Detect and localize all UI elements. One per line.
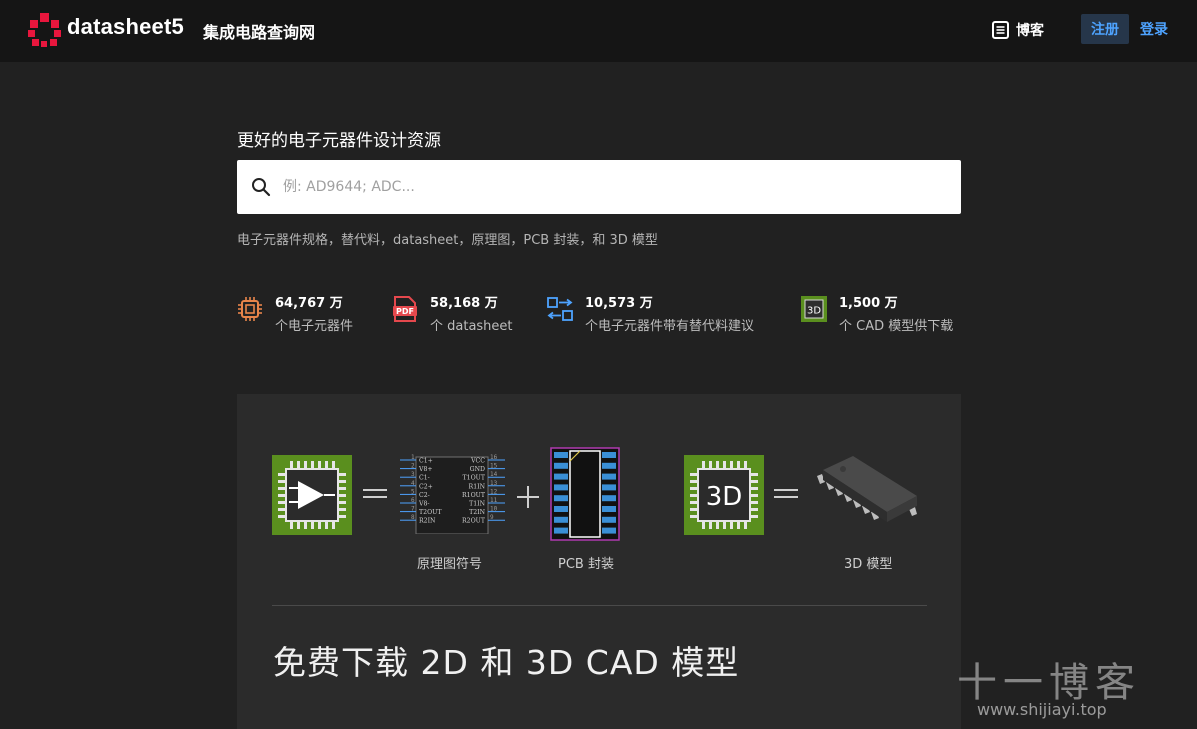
equals-sign xyxy=(774,489,798,498)
svg-text:PDF: PDF xyxy=(396,307,414,316)
plus-icon xyxy=(517,486,539,508)
schematic-pin-label: R2OUT xyxy=(462,518,486,525)
brand-name[interactable]: datasheet5 xyxy=(67,14,184,40)
free-download-heading: 免费下载 2D 和 3D CAD 模型 xyxy=(273,643,740,682)
schematic-pin-number: 4 xyxy=(411,480,415,487)
hero-tagline: 电子元器件规格，替代料，datasheet，原理图，PCB 封装，和 3D 模型 xyxy=(237,233,658,248)
schematic-pin-number: 2 xyxy=(411,463,415,470)
schematic-pin-number: 6 xyxy=(411,497,415,504)
schematic-pin-number: 7 xyxy=(411,506,415,513)
top-navbar: datasheet5 集成电路查询网 博客 注册 登录 xyxy=(0,0,1197,62)
schematic-pin-label: T1IN xyxy=(469,501,486,508)
schematic-pin-number: 15 xyxy=(490,463,498,470)
pdf-icon: PDF xyxy=(393,296,417,322)
pcb-pad-left xyxy=(554,484,568,491)
equals-sign xyxy=(363,489,387,498)
pcb-pad-left xyxy=(554,495,568,502)
register-button[interactable]: 注册 xyxy=(1081,14,1129,44)
search-icon[interactable] xyxy=(251,177,271,197)
stat-value: 10,573 万 xyxy=(585,296,653,311)
schematic-pin-number: 14 xyxy=(490,471,498,478)
3d-ic-model-graphic xyxy=(817,456,917,522)
pcb-pad-left xyxy=(554,527,568,534)
pcb-pad-right xyxy=(602,495,616,502)
schematic-caption: 原理图符号 xyxy=(417,557,483,572)
schematic-symbol-graphic: 1 16C1+ VCC2 15V8+ GND3 14C1- T1OUT4 13C2+ R1IN5… xyxy=(400,454,505,534)
pcb-pad-right xyxy=(602,484,616,491)
svg-text:3D: 3D xyxy=(807,306,821,317)
schematic-pin-label: C2- xyxy=(419,492,430,499)
schematic-pin-label: C1- xyxy=(419,475,430,482)
search-box[interactable] xyxy=(237,160,961,214)
schematic-pin-number: 12 xyxy=(490,488,498,495)
pcb-pad-right xyxy=(602,452,616,458)
pcb-footprint-graphic xyxy=(550,447,620,541)
blog-label: 博客 xyxy=(1016,23,1044,39)
schematic-pin-label: C1+ xyxy=(419,458,433,465)
panel-divider xyxy=(272,605,927,606)
schematic-pin-number: 9 xyxy=(490,514,494,521)
schematic-pin-number: 1 xyxy=(411,454,415,461)
pcb-pad-right xyxy=(602,506,616,512)
watermark: 十一博客 www.shijiayi.top xyxy=(957,650,1147,722)
3d-chip-icon: 3D xyxy=(684,455,764,535)
stat-value: 64,767 万 xyxy=(275,296,343,311)
schematic-pin-label: VCC xyxy=(470,458,485,465)
stat-value: 1,500 万 xyxy=(839,296,898,311)
pcb-pad-left xyxy=(554,473,568,480)
watermark-url: www.shijiayi.top xyxy=(977,700,1107,719)
schematic-chip-icon xyxy=(272,455,352,535)
stat-value: 58,168 万 xyxy=(430,296,498,311)
3d-chip-icon: 3D xyxy=(801,296,827,322)
schematic-pin-number: 11 xyxy=(490,497,498,504)
cad-feature-panel: 1 16 C1+ VCC 2 15 V8+ GND 3 14 C1- T1OUT 4 13 C2+ R1IN 5… xyxy=(237,394,961,729)
schematic-pin-label: V8+ xyxy=(418,466,433,473)
schematic-pin-number: 10 xyxy=(490,506,498,513)
chip-3d-text: 3D xyxy=(706,482,743,512)
pcb-pad-left xyxy=(554,516,568,523)
stat-label: 个电子元器件带有替代料建议 xyxy=(585,319,755,334)
stat-label: 个 CAD 模型供下载 xyxy=(839,319,954,334)
schematic-pin-label: C2+ xyxy=(419,483,433,490)
schematic-pin-number: 16 xyxy=(490,454,498,461)
pcb-pad-right xyxy=(602,462,616,469)
pcb-pad-left xyxy=(554,506,568,512)
pcb-pad-right xyxy=(602,473,616,480)
blog-link[interactable]: 博客 xyxy=(991,19,1044,41)
schematic-pin-number: 3 xyxy=(411,471,415,478)
schematic-pin-number: 5 xyxy=(411,488,415,495)
brand-subtitle[interactable]: 集成电路查询网 xyxy=(203,19,315,43)
pcb-pad-left xyxy=(554,462,568,469)
swap-icon xyxy=(547,297,573,321)
datasheet5-logo-icon[interactable] xyxy=(28,13,62,47)
3d-model-caption: 3D 模型 xyxy=(844,557,893,572)
schematic-pin-label: GND xyxy=(470,466,485,473)
chip-icon xyxy=(238,297,262,321)
pcb-caption: PCB 封装 xyxy=(558,557,614,572)
pcb-pad-right xyxy=(602,516,616,523)
stat-label: 个电子元器件 xyxy=(275,319,354,334)
schematic-pin-label: R1OUT xyxy=(462,492,486,499)
search-input[interactable] xyxy=(283,160,943,214)
schematic-pin-label: V8- xyxy=(418,501,430,508)
login-button[interactable]: 登录 xyxy=(1134,14,1174,44)
blog-icon xyxy=(992,21,1009,39)
stat-label: 个 datasheet xyxy=(430,319,513,334)
schematic-pin-label: R2IN xyxy=(419,518,436,525)
schematic-pin-number: 13 xyxy=(490,480,498,487)
schematic-pin-label: T1OUT xyxy=(463,475,486,482)
schematic-pin-label: T2IN xyxy=(469,509,486,516)
hero-headline: 更好的电子元器件设计资源 xyxy=(237,131,441,151)
pcb-pad-left xyxy=(554,452,568,458)
schematic-pin-label: R1IN xyxy=(469,483,486,490)
schematic-pin-number: 8 xyxy=(411,514,415,521)
schematic-pin-label: T2OUT xyxy=(419,509,442,516)
pcb-pad-right xyxy=(602,527,616,534)
